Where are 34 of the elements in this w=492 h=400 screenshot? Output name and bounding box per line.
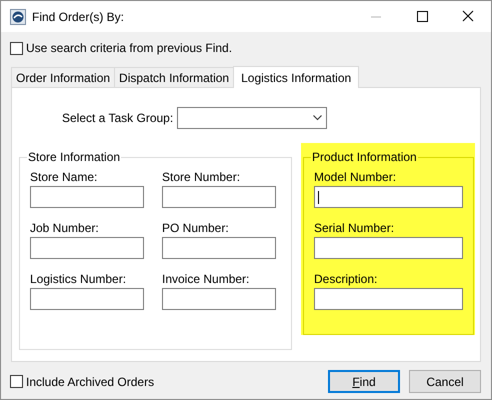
input-field[interactable]	[314, 237, 463, 259]
field-label: Logistics Number:	[30, 272, 128, 286]
field-label: Store Name:	[30, 170, 98, 184]
tab[interactable]: Order Information	[11, 67, 116, 87]
input-field[interactable]	[30, 186, 144, 208]
input-field[interactable]	[314, 186, 463, 208]
field-label: Description:	[314, 272, 378, 286]
checkbox[interactable]	[10, 42, 23, 54]
field-label: Select a Task Group:	[62, 111, 174, 125]
checkbox-label: Use search criteria from previous Find.	[26, 41, 232, 55]
field-label: Invoice Number:	[162, 272, 250, 286]
input-field[interactable]	[162, 186, 276, 208]
cancel-button[interactable]: Cancel	[409, 370, 481, 393]
tab[interactable]: Dispatch Information	[114, 67, 234, 87]
field-label: Store Number:	[162, 170, 242, 184]
input-field[interactable]	[30, 237, 144, 259]
checkbox-label: Include Archived Orders	[26, 374, 154, 388]
input-field[interactable]	[30, 288, 144, 310]
input-field[interactable]	[162, 288, 276, 310]
field-label: PO Number:	[162, 221, 230, 235]
input-field[interactable]	[162, 237, 276, 259]
group-title: Store Information	[27, 150, 122, 164]
app-icon	[10, 8, 26, 24]
input-field[interactable]	[314, 288, 463, 310]
checkbox[interactable]	[10, 375, 23, 388]
field-label: Serial Number:	[314, 221, 396, 235]
find-button[interactable]: Find	[328, 370, 400, 393]
field-label: Model Number:	[314, 170, 398, 184]
task-group-dropdown[interactable]	[177, 107, 328, 129]
field-label: Job Number:	[30, 221, 100, 235]
tab[interactable]: Logistics Information	[233, 66, 360, 88]
group-title: Product Information	[311, 150, 418, 164]
window-title: Find Order(s) By:	[32, 10, 124, 24]
chevron-down-icon	[313, 115, 322, 121]
